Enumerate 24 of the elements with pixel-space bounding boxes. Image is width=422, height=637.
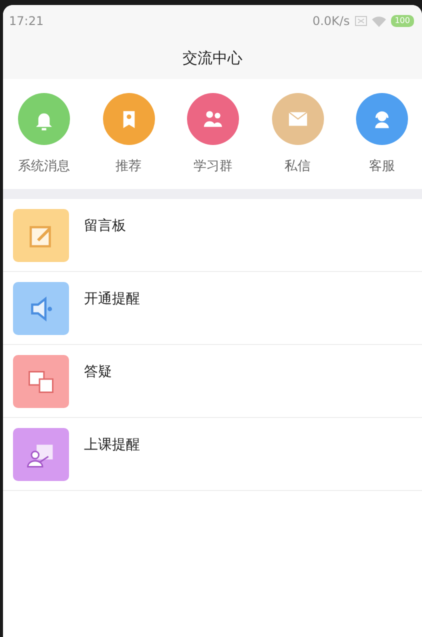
list-item[interactable]: 上课提醒 bbox=[3, 418, 422, 491]
envelope-icon[interactable] bbox=[272, 93, 324, 145]
item-label: 上课提醒 bbox=[84, 436, 140, 454]
people-icon[interactable] bbox=[187, 93, 239, 145]
status-time: 17:21 bbox=[9, 14, 44, 28]
page-title: 交流中心 bbox=[182, 48, 242, 68]
list-item[interactable]: 开通提醒 bbox=[3, 272, 422, 345]
sim-icon bbox=[354, 16, 367, 26]
shortcut-label[interactable]: 系统消息 bbox=[18, 157, 70, 175]
shortcut-label[interactable]: 学习群 bbox=[194, 157, 232, 175]
item-label: 答疑 bbox=[84, 363, 112, 381]
list-item[interactable]: 答疑 bbox=[3, 345, 422, 418]
bookmark-icon[interactable] bbox=[102, 93, 154, 145]
network-speed: 0.0K/s bbox=[312, 14, 350, 28]
shortcut-label[interactable]: 私信 bbox=[284, 157, 310, 175]
list-item[interactable]: 留言板 bbox=[3, 199, 422, 272]
battery-icon: 100 bbox=[390, 15, 414, 27]
wifi-icon bbox=[372, 16, 386, 26]
headset-person-icon[interactable] bbox=[356, 93, 408, 145]
shortcut-label[interactable]: 客服 bbox=[369, 157, 395, 175]
bell-icon[interactable] bbox=[18, 93, 70, 145]
item-label: 留言板 bbox=[84, 217, 126, 235]
shortcut-label[interactable]: 推荐 bbox=[116, 157, 142, 175]
item-label: 开通提醒 bbox=[84, 290, 140, 308]
